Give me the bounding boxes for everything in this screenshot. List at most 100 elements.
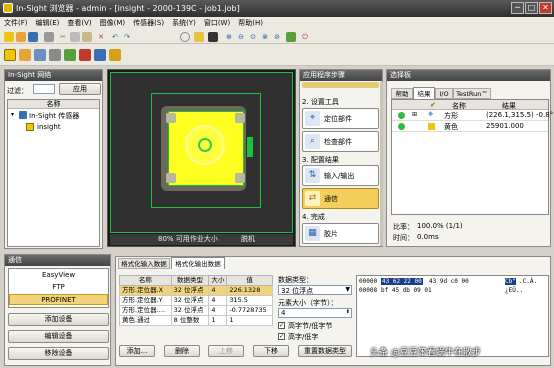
add-button[interactable]: 添加... [119,345,155,357]
tab-format-input[interactable]: 格式化输入数据 [118,258,170,269]
device-list: EasyView FTP PROFINET [8,268,109,308]
zoom-out-icon[interactable]: ⊖ [236,32,246,42]
step-partial[interactable] [302,82,379,88]
sensor-icon[interactable] [49,49,61,61]
checkbox-byte-order[interactable]: ✓ [278,322,285,329]
menu-sensor[interactable]: 传感器(S) [129,17,168,29]
move-down-button[interactable]: 下移 [253,345,289,357]
menu-file[interactable]: 文件(F) [0,17,32,29]
hex-ascii: .C.À. [519,278,538,285]
camera-icon[interactable] [208,32,218,42]
save-icon[interactable] [28,32,38,42]
tab-help[interactable]: 帮助 [391,88,413,99]
stepper-arrows-icon[interactable]: ⬍ [346,309,350,315]
dtype-select[interactable]: 32 位浮点 ▼ [278,285,352,295]
delete-button[interactable]: 删除 [164,345,200,357]
maximize-button[interactable]: □ [525,2,538,14]
open-folder-icon[interactable] [16,32,26,42]
device-easyview[interactable]: EasyView [9,270,108,281]
image-status-bar: 80% 可用作业大小 脱机 [110,234,293,245]
menu-view[interactable]: 查看(V) [63,17,95,29]
undo-icon[interactable]: ↶ [110,32,120,42]
menu-window[interactable]: 窗口(W) [200,17,234,29]
cut-icon[interactable]: ✂ [58,32,68,42]
folder-icon[interactable] [19,49,31,61]
step-comm[interactable]: ⇄ 通信 [302,188,379,209]
title-bar: In-Sight 浏览器 - admin - [insight - 2000-1… [0,0,554,17]
result-row[interactable]: 黄色 25901.000 [392,121,548,132]
minimize-button[interactable]: ─ [511,2,524,14]
locate-icon: ⌖ [305,111,320,126]
power-icon[interactable]: ⏻ [300,32,310,42]
step-inspect-label: 检查部件 [324,138,352,146]
reset-type-button[interactable]: 重置数据类型 [298,345,352,357]
delete-icon[interactable]: ✕ [96,32,106,42]
cell-value: 1 [226,315,273,326]
tab-format-output[interactable]: 格式化输出数据 [171,257,225,269]
zoom-in-icon[interactable]: ⊕ [224,32,234,42]
filter-input[interactable] [33,84,55,94]
elemsize-stepper[interactable]: 4 ⬍ [278,308,352,318]
tree-expand-icon[interactable]: ▾ [11,112,17,118]
image-view[interactable]: 80% 可用作业大小 脱机 [107,69,296,247]
tree-child-label[interactable]: insight [37,123,61,131]
time-label: 时间： [393,234,414,242]
result-name: 黄色 [444,123,458,131]
step-locate[interactable]: ⌖ 定位部件 [302,108,379,129]
comm-icon: ⇄ [305,191,320,206]
new-job-icon[interactable] [4,32,14,42]
zoom-fill-icon[interactable]: ⊘ [272,32,282,42]
copy-icon[interactable] [70,32,80,42]
print-icon[interactable] [44,32,54,42]
menu-system[interactable]: 系统(Y) [168,17,200,29]
circle-tool-icon[interactable] [180,32,190,42]
table-row[interactable]: 黄色.通过 8 位整数 1 1 [119,315,273,326]
result-row[interactable]: ⊞ ✥ 方形 (226.1,315.5) -0.8° [392,110,553,121]
col-name: 名称 [119,275,172,286]
step-inspect[interactable]: ⌕ 检查部件 [302,131,379,152]
zoom-100-icon[interactable]: ⊗ [260,32,270,42]
remove-device-button[interactable]: 移除设备 [8,347,109,360]
paste-icon[interactable] [82,32,92,42]
close-button[interactable]: ✕ [539,2,552,14]
step-film[interactable]: ▦ 胶片 [302,223,379,244]
spreadsheet-icon[interactable] [4,49,16,61]
toolbar-1: ✂ ✕ ↶ ↷ ⊕ ⊖ ⊙ ⊗ ⊘ ⏻ [0,30,554,44]
online-icon[interactable] [286,32,296,42]
zoom-fit-icon[interactable]: ⊙ [248,32,258,42]
results-header: ✔ 名称 结果 [392,100,548,110]
graphics-icon[interactable] [64,49,76,61]
filmstrip-icon[interactable] [79,49,91,61]
menu-help[interactable]: 帮助(H) [234,17,267,29]
checkbox-word-order[interactable]: ✓ [278,333,285,340]
step-comm-label: 通信 [324,195,338,203]
apply-button[interactable]: 应用 [59,83,101,95]
network-icon[interactable] [34,49,46,61]
steps-scrollbar[interactable] [380,82,383,246]
io-toolbar-icon[interactable] [94,49,106,61]
trigger-icon[interactable] [194,32,204,42]
tab-testrun[interactable]: TestRun™ [453,88,491,99]
move-up-button[interactable]: 上移 [208,345,244,357]
expand-icon[interactable]: ⊞ [412,111,417,118]
search-region[interactable] [151,93,261,208]
table-row[interactable]: 方形.定位器.X 32 位浮点 4 226.1328 [119,285,273,296]
device-ftp[interactable]: FTP [9,282,108,293]
tree-root-label[interactable]: In-Sight 传感器 [29,111,79,121]
redo-icon[interactable]: ↷ [122,32,132,42]
step-io[interactable]: ⇅ 输入/输出 [302,165,379,186]
palette-panel-title: 选择板 [387,70,550,81]
easybuilder-icon[interactable] [109,49,121,61]
tab-results[interactable]: 结果 [413,87,435,99]
table-row[interactable]: 方形.定位器.… 32 位浮点 4 -0.7728735 [119,305,273,316]
tab-io[interactable]: I/O [435,88,453,99]
edit-device-button[interactable]: 编辑设备 [8,330,109,343]
add-device-button[interactable]: 添加设备 [8,313,109,326]
menu-image[interactable]: 图像(M) [96,17,130,29]
menu-edit[interactable]: 编辑(E) [32,17,64,29]
image-canvas[interactable] [110,72,293,233]
cell-size: 4 [208,305,228,316]
table-row[interactable]: 方形.定位器.Y 32 位浮点 4 315.5 [119,295,273,306]
cell-value: 315.5 [226,295,273,306]
device-profinet[interactable]: PROFINET [9,294,108,305]
